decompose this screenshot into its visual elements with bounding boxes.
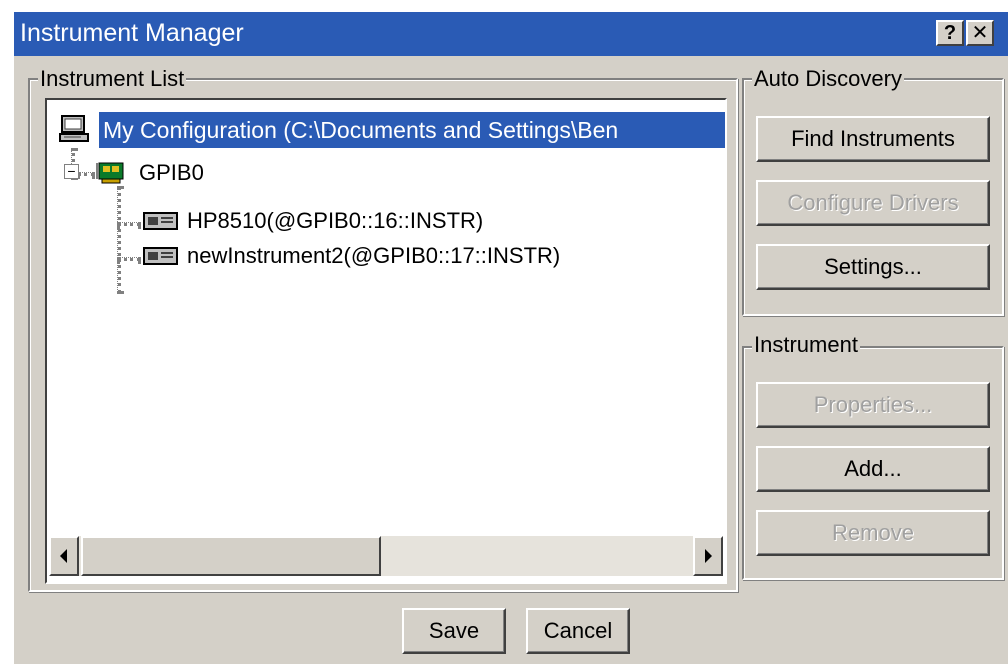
scroll-left-button[interactable] xyxy=(49,536,79,576)
remove-button[interactable]: Remove xyxy=(756,510,990,556)
collapse-gpib0-toggle[interactable]: − xyxy=(64,164,79,179)
cancel-button[interactable]: Cancel xyxy=(526,608,630,654)
instrument-manager-window: Instrument Manager ? ✕ Instrument List M… xyxy=(12,10,1008,664)
tree-root-my-configuration[interactable]: My Configuration (C:\Documents and Setti… xyxy=(99,112,725,148)
horizontal-scrollbar[interactable] xyxy=(49,536,723,576)
window-title: Instrument Manager xyxy=(20,19,244,47)
tree-item-gpib0[interactable]: GPIB0 xyxy=(139,156,204,190)
instrument-group-label: Instrument xyxy=(752,332,860,358)
scrollbar-thumb[interactable] xyxy=(81,536,381,576)
save-button[interactable]: Save xyxy=(402,608,506,654)
title-bar[interactable]: Instrument Manager ? ✕ xyxy=(14,12,1008,56)
scroll-right-button[interactable] xyxy=(693,536,723,576)
computer-icon xyxy=(59,115,89,142)
arrow-right-icon xyxy=(705,549,712,563)
auto-discovery-label: Auto Discovery xyxy=(752,66,904,92)
close-icon: ✕ xyxy=(971,22,989,44)
instrument-icon xyxy=(143,212,178,230)
tree-item-instrument[interactable]: newInstrument2(@GPIB0::17::INSTR) xyxy=(187,239,560,273)
add-button[interactable]: Add... xyxy=(756,446,990,492)
help-icon: ? xyxy=(943,22,957,44)
instrument-tree[interactable]: My Configuration (C:\Documents and Setti… xyxy=(45,98,727,584)
tree-item-instrument[interactable]: HP8510(@GPIB0::16::INSTR) xyxy=(187,204,483,238)
help-button[interactable]: ? xyxy=(936,20,964,46)
arrow-left-icon xyxy=(60,549,67,563)
instrument-list-label: Instrument List xyxy=(38,66,187,92)
configure-drivers-button[interactable]: Configure Drivers xyxy=(756,180,990,226)
instrument-icon xyxy=(143,247,178,265)
settings-button[interactable]: Settings... xyxy=(756,244,990,290)
close-button[interactable]: ✕ xyxy=(966,20,994,46)
properties-button[interactable]: Properties... xyxy=(756,382,990,428)
find-instruments-button[interactable]: Find Instruments xyxy=(756,116,990,162)
gpib-card-icon xyxy=(96,162,124,184)
